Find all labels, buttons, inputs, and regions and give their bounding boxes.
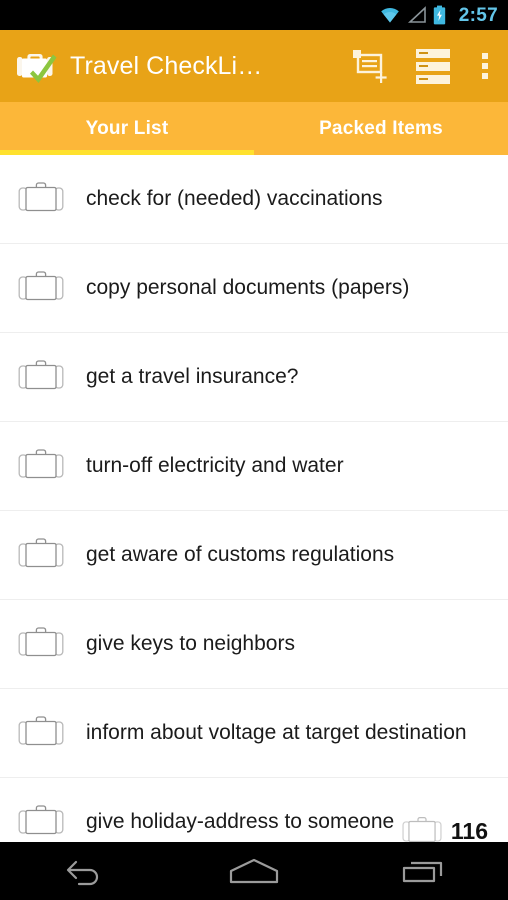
wifi-icon — [380, 7, 399, 23]
list-item-label: give holiday-address to someone — [86, 810, 395, 833]
list-item-label: get a travel insurance? — [86, 365, 299, 388]
recents-icon — [403, 861, 443, 883]
checklist[interactable]: check for (needed) vaccinations copy per… — [0, 155, 508, 842]
signal-icon — [407, 6, 426, 23]
tab-packed-items[interactable]: Packed Items — [254, 102, 508, 155]
add-list-icon — [353, 50, 387, 83]
item-count-value: 116 — [450, 818, 488, 844]
suitcase-outline-icon — [18, 360, 64, 390]
suitcase-outline-icon — [18, 716, 64, 746]
list-item[interactable]: get aware of customs regulations — [0, 511, 508, 600]
home-icon — [229, 858, 279, 884]
suitcase-outline-icon — [18, 627, 64, 657]
list-item[interactable]: check for (needed) vaccinations — [0, 155, 508, 244]
list-item[interactable]: turn-off electricity and water — [0, 422, 508, 511]
list-item[interactable]: inform about voltage at target destinati… — [0, 689, 508, 778]
overflow-menu-button[interactable] — [462, 30, 508, 102]
suitcase-outline-icon — [18, 449, 64, 479]
suitcase-outline-icon — [18, 538, 64, 568]
action-bar: Travel CheckLi… — [0, 30, 508, 102]
status-bar: 2:57 — [0, 0, 508, 30]
nav-recents-button[interactable] — [378, 842, 468, 900]
list-item[interactable]: give keys to neighbors — [0, 600, 508, 689]
list-view-button[interactable] — [404, 30, 462, 102]
tab-bar: Your List Packed Items — [0, 102, 508, 155]
tab-your-list[interactable]: Your List — [0, 102, 254, 155]
list-item-label: give keys to neighbors — [86, 632, 295, 655]
action-bar-actions — [338, 30, 508, 102]
page-title: Travel CheckLi… — [70, 51, 263, 80]
list-item[interactable]: copy personal documents (papers) — [0, 244, 508, 333]
suitcase-outline-icon — [18, 271, 64, 301]
suitcase-outline-icon — [18, 805, 64, 835]
suitcase-outline-icon — [18, 182, 64, 212]
overflow-menu-icon — [482, 53, 488, 79]
list-item-label: get aware of customs regulations — [86, 543, 395, 566]
list-item-label: turn-off electricity and water — [86, 454, 344, 477]
status-clock: 2:57 — [458, 4, 498, 26]
nav-home-button[interactable] — [209, 842, 299, 900]
list-item-label: copy personal documents (papers) — [86, 276, 410, 299]
suitcase-check-icon — [17, 54, 57, 83]
android-navigation-bar — [0, 842, 508, 900]
battery-charging-icon — [433, 5, 445, 25]
list-item-label: inform about voltage at target destinati… — [86, 721, 467, 744]
add-list-button[interactable] — [338, 30, 404, 102]
list-item[interactable]: get a travel insurance? — [0, 333, 508, 422]
list-item-label: check for (needed) vaccinations — [86, 187, 383, 210]
back-icon — [66, 860, 98, 886]
nav-back-button[interactable] — [40, 842, 130, 900]
list-view-icon — [416, 48, 450, 84]
app-screen: 2:57 Travel CheckLi… Your List Packed It… — [0, 0, 508, 900]
status-icons: 2:57 — [379, 5, 498, 25]
